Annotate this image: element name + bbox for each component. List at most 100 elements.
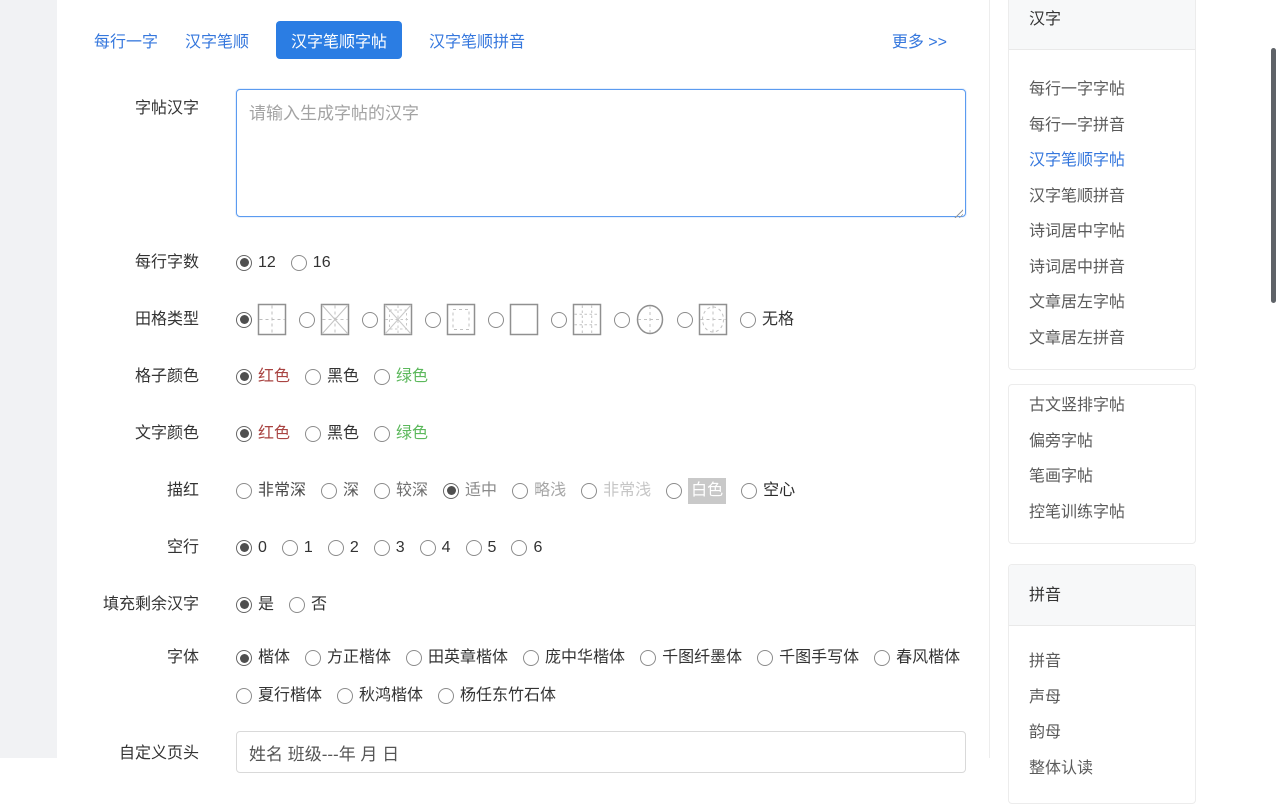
tab-stroke-order-pinyin[interactable]: 汉字笔顺拼音: [429, 28, 525, 52]
font-option-chunfeng-kaiti[interactable]: 春风楷体: [874, 645, 960, 671]
empty-lines-option-5[interactable]: 5: [466, 535, 497, 561]
radio-icon: [305, 650, 321, 666]
trace-option-light[interactable]: 略浅: [512, 478, 566, 504]
sidebar-item-article-left-copybook[interactable]: 文章居左字帖: [1009, 285, 1195, 321]
sidebar-item-pen-control-copybook[interactable]: 控笔训练字帖: [1009, 495, 1195, 531]
font-option-tianyingzhang-kaiti[interactable]: 田英章楷体: [406, 645, 508, 671]
row-text-color: 文字颜色 红色 黑色 绿色: [57, 417, 989, 450]
grid-type-option-hui[interactable]: [425, 303, 476, 336]
radio-icon: [488, 312, 504, 328]
text-color-option-red[interactable]: 红色: [236, 421, 290, 447]
sidebar-item-per-row-copybook[interactable]: 每行一字字帖: [1009, 72, 1195, 108]
empty-lines-option-1[interactable]: 1: [282, 535, 313, 561]
fill-remaining-label: 填充剩余汉字: [57, 588, 199, 621]
radio-label: 深: [343, 478, 359, 504]
per-row-option-12[interactable]: 12: [236, 250, 276, 276]
empty-lines-option-6[interactable]: 6: [511, 535, 542, 561]
radio-label: 秋鸿楷体: [359, 683, 423, 709]
fill-remaining-option-yes[interactable]: 是: [236, 592, 274, 618]
radio-icon: [337, 688, 353, 704]
sidebar-item-poem-center-pinyin[interactable]: 诗词居中拼音: [1009, 250, 1195, 286]
trace-option-medium[interactable]: 适中: [443, 478, 497, 504]
grid-color-option-red[interactable]: 红色: [236, 364, 290, 390]
grid-type-option-jiu-gong[interactable]: [551, 303, 602, 336]
font-option-fangzheng-kaiti[interactable]: 方正楷体: [305, 645, 391, 671]
sidebar-item-stroke-order-pinyin[interactable]: 汉字笔顺拼音: [1009, 179, 1195, 215]
radio-icon: [236, 650, 252, 666]
tab-stroke-order-copybook[interactable]: 汉字笔顺字帖: [276, 21, 402, 59]
hui-mi-grid-icon: [383, 303, 413, 336]
trace-option-very-light[interactable]: 非常浅: [581, 478, 651, 504]
sidebar-group-hanzi-title: 汉字: [1009, 0, 1195, 50]
font-option-qiantu-shouxie[interactable]: 千图手写体: [757, 645, 859, 671]
tab-per-row-one-char[interactable]: 每行一字: [94, 28, 158, 52]
radio-label: 楷体: [258, 645, 290, 671]
radio-icon: [374, 483, 390, 499]
more-link[interactable]: 更多 >>: [892, 28, 947, 52]
yuan-grid-icon: [635, 303, 665, 336]
copybook-characters-textarea[interactable]: [236, 89, 966, 217]
grid-type-option-hui-mi[interactable]: [362, 303, 413, 336]
trace-option-dark[interactable]: 深: [321, 478, 359, 504]
sidebar-item-stroke-copybook[interactable]: 笔画字帖: [1009, 459, 1195, 495]
per-row-option-16[interactable]: 16: [291, 250, 331, 276]
trace-option-white[interactable]: 白色: [666, 478, 726, 504]
radio-label: 2: [350, 535, 359, 561]
trace-darkness-label: 描红: [57, 474, 199, 507]
sidebar-item-finals[interactable]: 韵母: [1009, 715, 1195, 751]
font-option-kaiti[interactable]: 楷体: [236, 645, 290, 671]
empty-lines-option-0[interactable]: 0: [236, 535, 267, 561]
font-option-pangzhonghua-kaiti[interactable]: 庞中华楷体: [523, 645, 625, 671]
radio-icon: [523, 650, 539, 666]
custom-header-input[interactable]: [236, 731, 966, 773]
grid-type-option-mi[interactable]: [299, 303, 350, 336]
empty-lines-label: 空行: [57, 531, 199, 564]
sidebar-item-initials[interactable]: 声母: [1009, 680, 1195, 716]
fill-remaining-option-no[interactable]: 否: [289, 592, 327, 618]
sidebar-item-radical-copybook[interactable]: 偏旁字帖: [1009, 424, 1195, 460]
radio-label: 绿色: [396, 364, 428, 390]
font-option-qiantu-xianmo[interactable]: 千图纤墨体: [640, 645, 742, 671]
grid-type-option-fang[interactable]: [488, 303, 539, 336]
radio-icon: [299, 312, 315, 328]
custom-header-label: 自定义页头: [57, 737, 199, 770]
radio-icon: [640, 650, 656, 666]
trace-option-darker[interactable]: 较深: [374, 478, 428, 504]
fang-yuan-grid-icon: [698, 303, 728, 336]
grid-color-option-green[interactable]: 绿色: [374, 364, 428, 390]
sidebar-item-pinyin[interactable]: 拼音: [1009, 644, 1195, 680]
empty-lines-option-4[interactable]: 4: [420, 535, 451, 561]
grid-type-option-tian[interactable]: [236, 303, 287, 336]
sidebar-item-whole-syllables[interactable]: 整体认读: [1009, 751, 1195, 787]
trace-option-very-dark[interactable]: 非常深: [236, 478, 306, 504]
page-scrollbar-thumb[interactable]: [1271, 48, 1276, 303]
radio-label: 略浅: [534, 478, 566, 504]
radio-icon: [236, 426, 252, 442]
empty-lines-option-3[interactable]: 3: [374, 535, 405, 561]
sidebar-item-classical-vertical-copybook[interactable]: 古文竖排字帖: [1009, 388, 1195, 424]
trace-option-hollow[interactable]: 空心: [741, 478, 795, 504]
row-chars-per-line: 每行字数 12 16: [57, 246, 989, 279]
font-option-yangrendong-zhushi[interactable]: 杨任东竹石体: [438, 683, 556, 709]
grid-type-option-yuan[interactable]: [614, 303, 665, 336]
text-color-option-black[interactable]: 黑色: [305, 421, 359, 447]
row-fill-remaining: 填充剩余汉字 是 否: [57, 588, 989, 621]
tab-hanzi-stroke-order[interactable]: 汉字笔顺: [185, 28, 249, 52]
sidebar-item-article-left-pinyin[interactable]: 文章居左拼音: [1009, 321, 1195, 357]
radio-icon: [236, 688, 252, 704]
jiu-gong-grid-icon: [572, 303, 602, 336]
sidebar-item-stroke-order-copybook[interactable]: 汉字笔顺字帖: [1009, 143, 1195, 179]
grid-type-option-none[interactable]: 无格: [740, 307, 794, 333]
grid-color-option-black[interactable]: 黑色: [305, 364, 359, 390]
font-option-xiaxing-kaiti[interactable]: 夏行楷体: [236, 683, 322, 709]
font-option-qiuhong-kaiti[interactable]: 秋鸿楷体: [337, 683, 423, 709]
grid-type-option-fang-yuan[interactable]: [677, 303, 728, 336]
radio-icon: [374, 426, 390, 442]
sidebar-item-per-row-pinyin[interactable]: 每行一字拼音: [1009, 108, 1195, 144]
empty-lines-option-2[interactable]: 2: [328, 535, 359, 561]
radio-label: 空心: [763, 478, 795, 504]
sidebar-item-poem-center-copybook[interactable]: 诗词居中字帖: [1009, 214, 1195, 250]
text-color-option-green[interactable]: 绿色: [374, 421, 428, 447]
radio-label: 4: [442, 535, 451, 561]
radio-icon: [420, 540, 436, 556]
